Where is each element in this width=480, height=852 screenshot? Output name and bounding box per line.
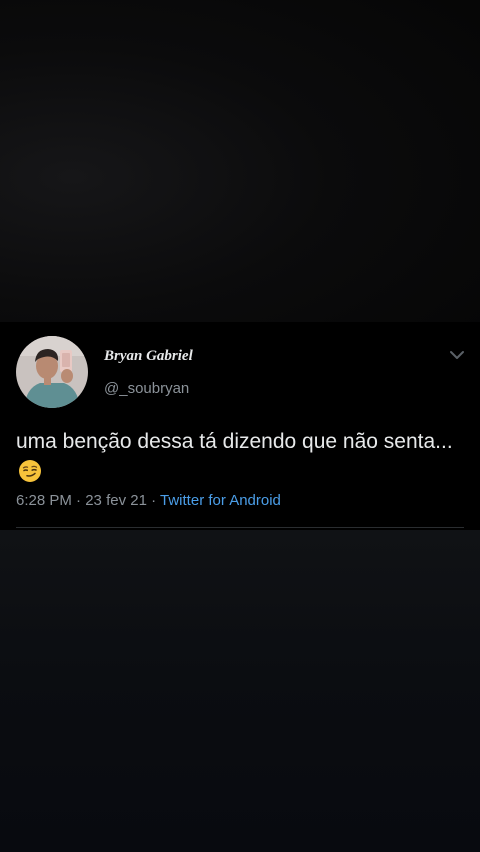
avatar-photo <box>16 336 88 408</box>
tweet-text-content: uma benção dessa tá dizendo que não sent… <box>16 430 453 453</box>
display-name[interactable]: Bryan Gabriel <box>104 348 193 365</box>
background-top <box>0 0 480 322</box>
meta-separator: · <box>151 492 157 509</box>
user-handle[interactable]: @_soubryan <box>104 380 189 397</box>
screen: Bryan Gabriel @_soubryan uma benção dess… <box>0 0 480 852</box>
tweet-time: 6:28 PM <box>16 492 72 509</box>
tweet-meta: 6:28 PM · 23 fev 21 · Twitter for Androi… <box>16 492 281 509</box>
tweet-date[interactable]: 23 fev 21 <box>85 492 147 509</box>
background-bottom <box>0 530 480 852</box>
smirking-face-emoji <box>19 460 41 482</box>
tweet-card[interactable]: Bryan Gabriel @_soubryan uma benção dess… <box>0 322 480 530</box>
chevron-down-icon[interactable] <box>447 348 467 364</box>
meta-separator: · <box>76 492 82 509</box>
tweet-source-link[interactable]: Twitter for Android <box>160 492 281 509</box>
avatar[interactable] <box>16 336 88 408</box>
tweet-text: uma benção dessa tá dizendo que não sent… <box>16 426 466 488</box>
divider <box>16 527 464 528</box>
